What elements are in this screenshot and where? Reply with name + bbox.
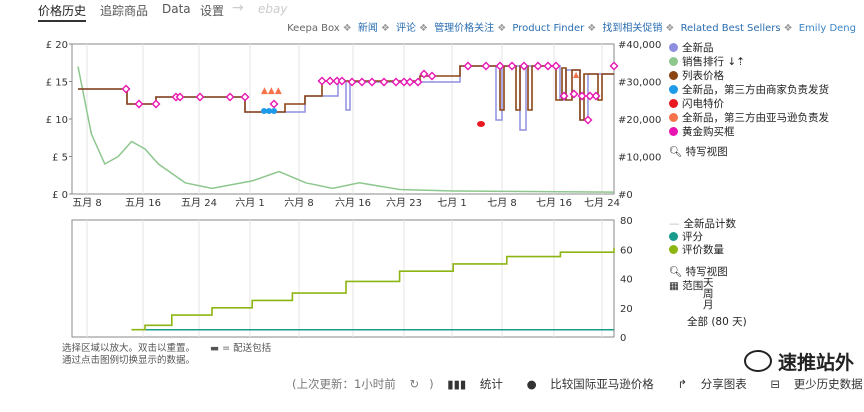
legend-item-list-price[interactable]: 列表价格 — [669, 68, 724, 83]
range-month[interactable]: 月 — [703, 300, 714, 311]
y-tick-label: £ 0 — [52, 190, 68, 201]
less-history-button[interactable]: ⊟ 更少历史数据 — [770, 377, 864, 391]
compare-intl-button[interactable]: ● 比较国际亚马逊价格 — [527, 377, 664, 391]
rank-tick-label: #30,000 — [618, 78, 661, 89]
x-tick-label: 七月 8 — [487, 197, 517, 209]
x-tick-label: 七月 16 — [536, 197, 572, 209]
x-tick-label: 六月 16 — [335, 197, 371, 209]
review-tick-label: 40 — [620, 275, 633, 286]
x-tick-label: 七月 1 — [437, 197, 467, 209]
rank-tick-label: #0 — [618, 190, 633, 201]
price-chart[interactable]: £ 20 £ 15 £ 10 £ 5 £ 0 #40,000 #30,000 #20,000… — [46, 40, 662, 209]
price-chart-legend: 全新品 销售排行 ↓⇡ 列表价格 全新品，第三方由商家负责发货 闪电特价 全新品… — [669, 40, 859, 160]
y-tick-label: £ 5 — [52, 153, 68, 164]
calendar-icon: ▦ — [669, 280, 683, 292]
rank-tick-label: #10,000 — [618, 153, 661, 164]
rank-tick-label: #20,000 — [618, 115, 661, 126]
review-chart-frame — [71, 219, 615, 338]
x-tick-label: 六月 23 — [386, 197, 422, 209]
x-tick-label: 五月 24 — [181, 197, 217, 209]
review-tick-label: 60 — [620, 245, 633, 256]
range-options: 天 周 月 — [703, 278, 714, 311]
legend-item-sales-rank[interactable]: 销售排行 ↓⇡ — [669, 54, 745, 69]
right-axis-labels: #40,000 #30,000 #20,000 #10,000 #0 — [618, 40, 661, 201]
x-tick-label: 五月 8 — [72, 197, 102, 209]
share-icon: ↱ — [677, 377, 688, 391]
x-tick-label: 六月 1 — [235, 197, 265, 209]
review-chart[interactable]: 80 60 40 20 0 — [71, 216, 633, 344]
x-tick-label: 五月 16 — [125, 197, 161, 209]
truck-icon: ▬ — [210, 343, 220, 354]
refresh-icon: ↻ — [409, 377, 420, 391]
zoom-view-button[interactable]: 🔍︎ 特写视图 — [669, 144, 728, 159]
x-axis-labels: 五月 8 五月 16 五月 24 六月 1 六月 8 六月 16 六月 23 七月 1 七月 8… — [72, 197, 620, 209]
range-selector: ▦ 范围 — [669, 280, 704, 292]
search-icon: 🔍︎ — [669, 146, 686, 158]
x-tick-label: 七月 24 — [584, 197, 620, 209]
review-chart-legend: — 全新品计数 评分 评价数量 🔍︎ 特写视图 ▦ 范围 天 周 月 全部 (80… — [669, 216, 859, 332]
share-chart-button[interactable]: ↱ 分享图表 — [677, 377, 756, 391]
y-tick-label: £ 10 — [46, 115, 68, 126]
review-tick-label: 80 — [620, 216, 633, 227]
zoom-view-button-2[interactable]: 🔍︎ 特写视图 — [669, 264, 728, 279]
review-tick-label: 20 — [620, 304, 633, 315]
legend-item-lightning-deal[interactable]: 闪电特价 — [669, 96, 724, 111]
left-axis-labels: £ 20 £ 15 £ 10 £ 5 £ 0 — [46, 40, 72, 201]
x-tick-label: 六月 8 — [284, 197, 314, 209]
last-update: (上次更新：1小时前 ↻) — [292, 377, 434, 391]
review-tick-label: 0 — [620, 333, 626, 344]
watermark: 速推站外 — [743, 348, 854, 375]
bar-chart-icon: ▮▮▮ — [447, 377, 467, 391]
rank-tick-label: #40,000 — [618, 40, 661, 51]
legend-item-fbm[interactable]: 全新品，第三方由商家负责发货 — [669, 82, 829, 97]
chart-help-note: 选择区域以放大。双击以重置。 ▬ = 配送包括 通过点击图例切换显示的数据。 — [62, 343, 272, 366]
svg-text:▲: ▲ — [573, 70, 580, 79]
bottom-toolbar: (上次更新：1小时前 ↻) ▮▮▮ 统计 ● 比较国际亚马逊价格 ↱ 分享图表 … — [292, 376, 864, 392]
search-icon: 🔍︎ — [669, 266, 686, 278]
y-tick-label: £ 20 — [46, 40, 68, 51]
review-axis-labels: 80 60 40 20 0 — [620, 216, 633, 344]
wechat-icon — [743, 350, 772, 372]
fbm-price-markers — [261, 108, 277, 114]
legend-item-review-count[interactable]: 评价数量 — [669, 242, 724, 257]
svg-text:▲▲▲: ▲▲▲ — [261, 86, 282, 96]
y-tick-label: £ 15 — [46, 78, 68, 89]
legend-item-new[interactable]: 全新品 — [669, 40, 714, 55]
globe-icon: ● — [526, 377, 537, 391]
minus-box-icon: ⊟ — [770, 377, 781, 391]
legend-item-fba[interactable]: 全新品，第三方由亚马逊负责发 — [669, 110, 829, 125]
statistics-button[interactable]: ▮▮▮ 统计 — [447, 377, 513, 391]
legend-item-buy-box[interactable]: 黄金购买框 — [669, 124, 735, 139]
lightning-deal-marker — [477, 121, 485, 127]
range-all[interactable]: 全部 (80 天) — [687, 314, 747, 329]
